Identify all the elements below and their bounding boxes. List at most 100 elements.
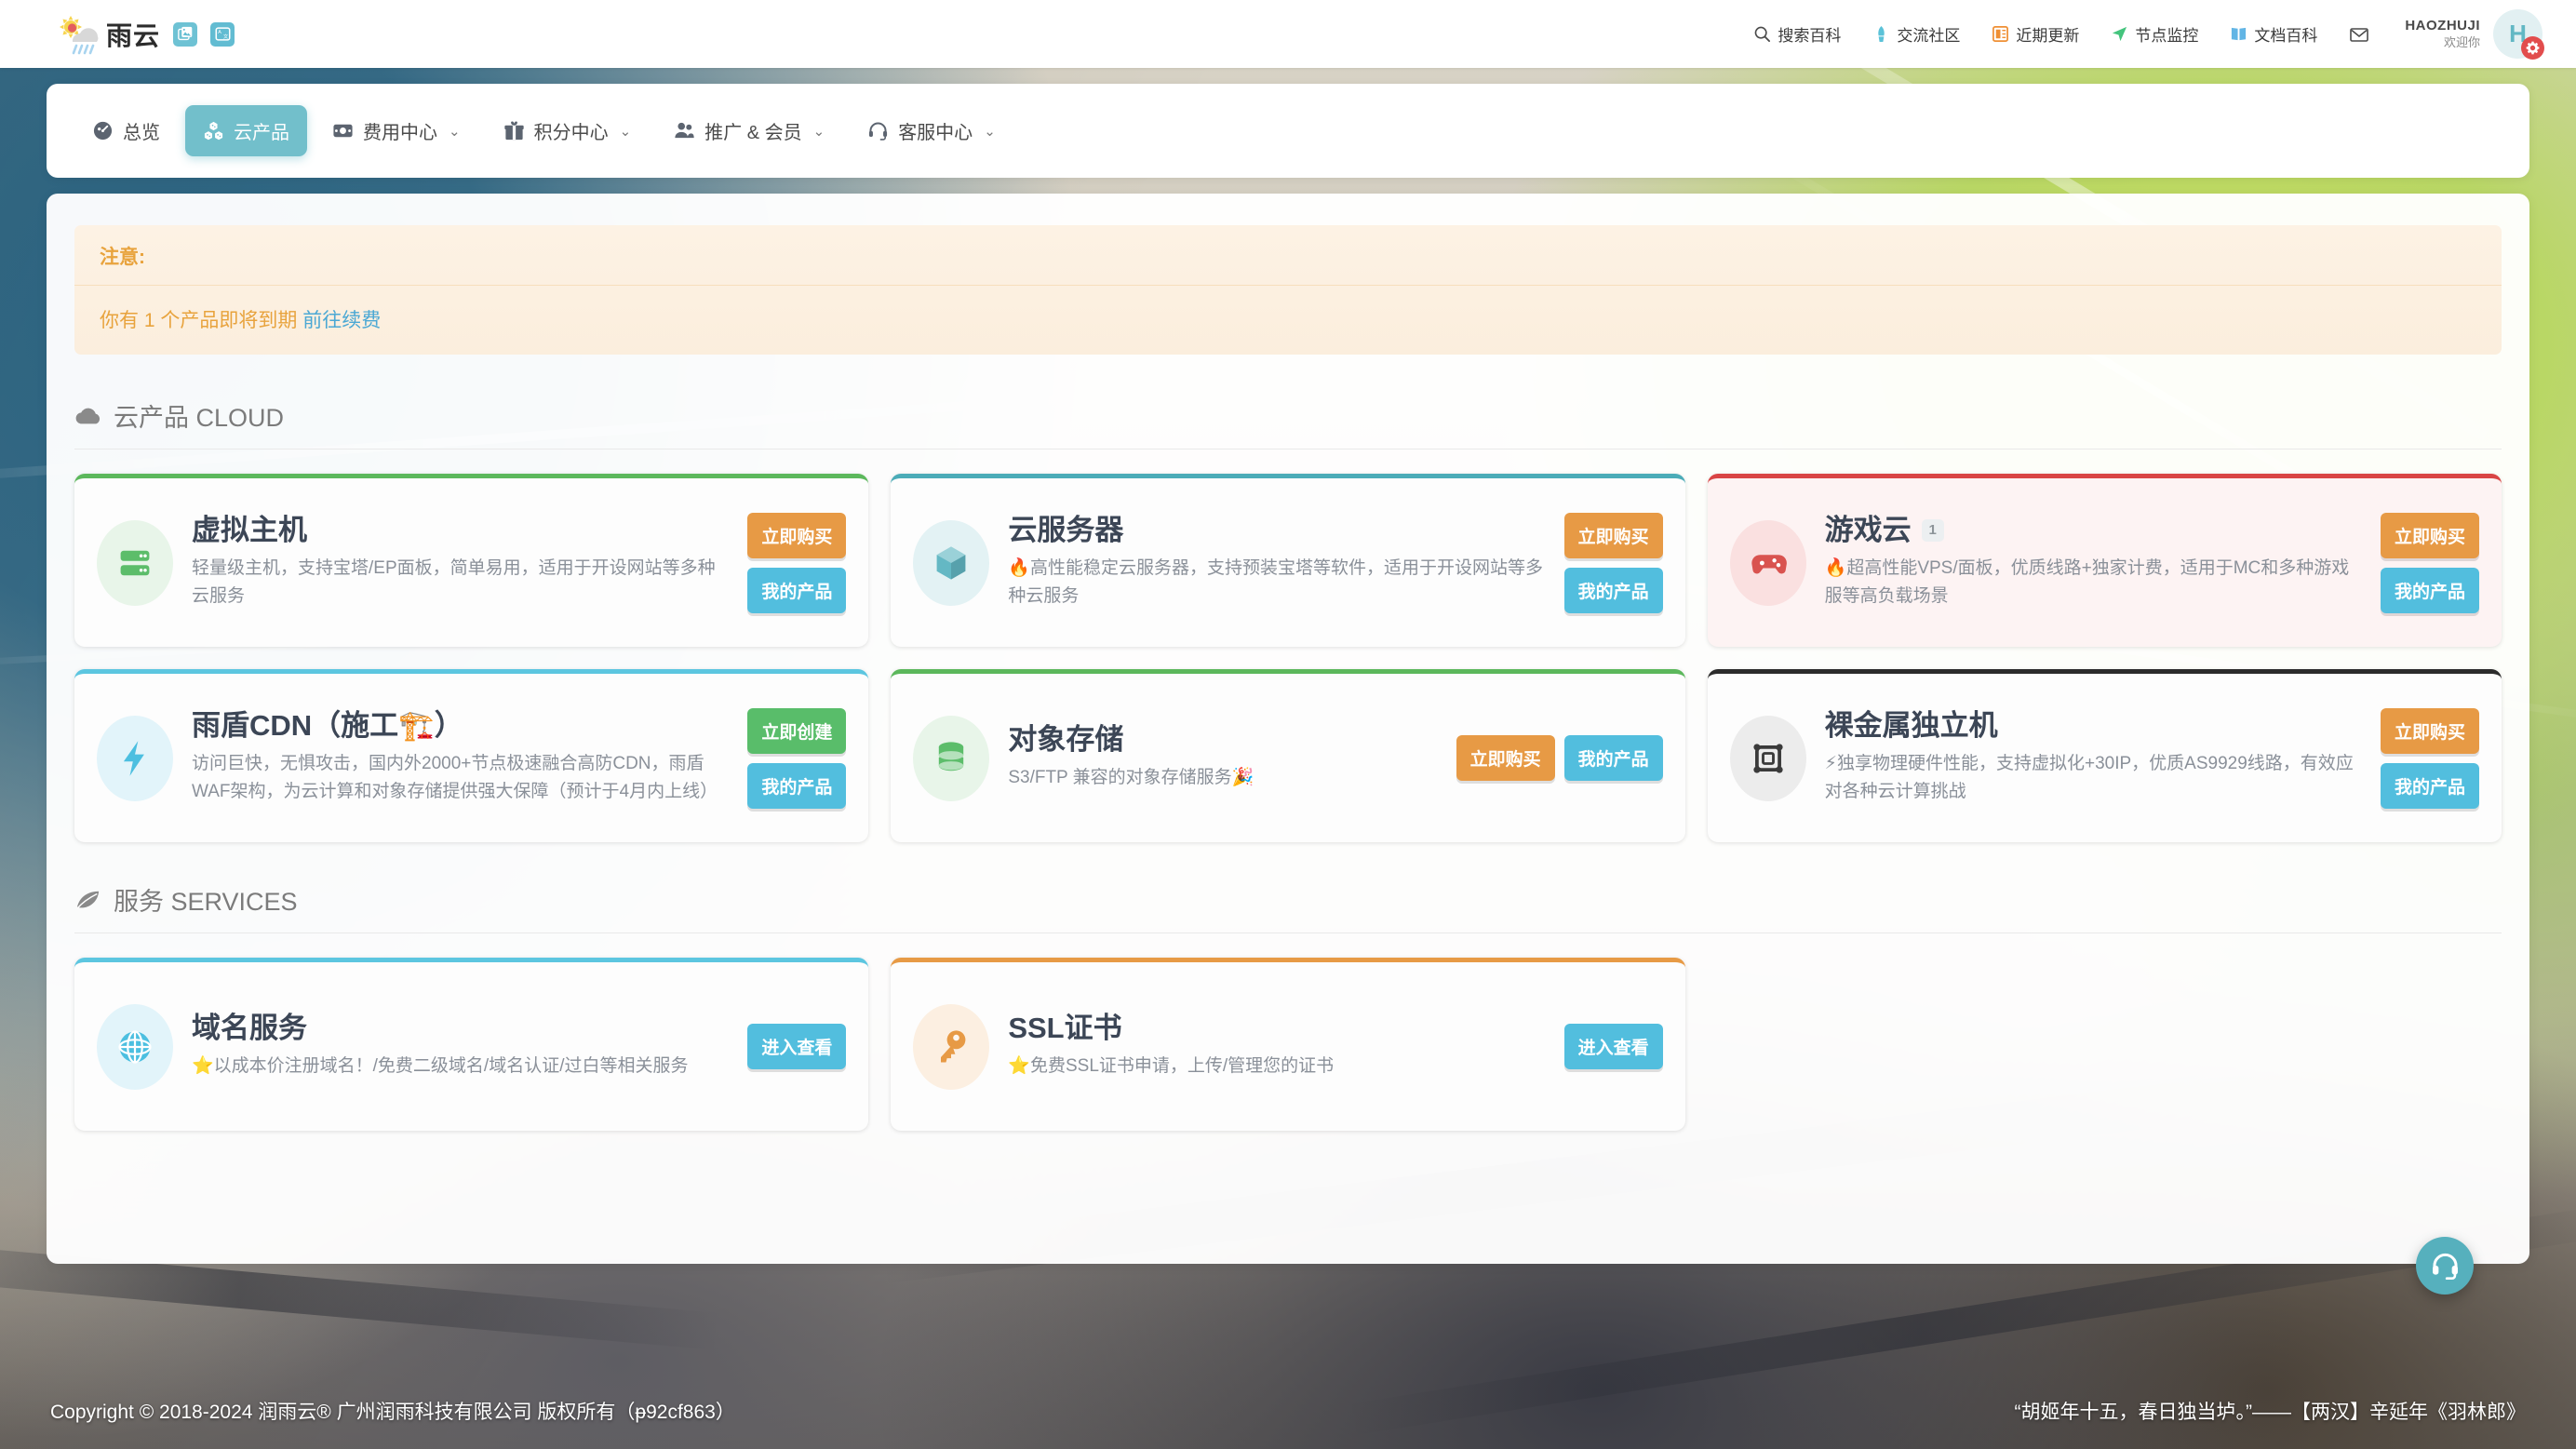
card-actions: 进入查看 bbox=[747, 1024, 847, 1069]
nav-item-label: 总览 bbox=[123, 123, 160, 143]
card-button-game-cloud-1[interactable]: 立即购买 bbox=[2380, 512, 2479, 558]
renew-link[interactable]: 前往续费 bbox=[302, 310, 381, 331]
avatar[interactable]: H bbox=[2493, 9, 2544, 60]
section-heading-label: 云产品 CLOUD bbox=[114, 404, 285, 432]
card-description: ⚡独享物理硬件性能，支持虚拟化+30IP，优质AS9929线路，有效应对各种云计… bbox=[1824, 753, 2354, 802]
nav-item-label: 云产品 bbox=[234, 123, 289, 143]
nav-item-overview[interactable]: 总览 bbox=[74, 105, 178, 156]
header-nav-item-docs[interactable]: 文档百科 bbox=[2214, 22, 2333, 46]
card-description: S3/FTP 兼容的对象存储服务🎉 bbox=[1008, 767, 1254, 787]
card-body: 游戏云 1 🔥超高性能VPS/面板，优质线路+独家计费，适用于MC和多种游戏服等高负… bbox=[1825, 514, 2362, 611]
content-panel: 注意: 你有 1 个产品即将到期 前往续费 云产品 CLOUD 虚拟主机轻量级主机… bbox=[47, 194, 2529, 1264]
nav-item-cloud-products[interactable]: 云产品 bbox=[185, 105, 307, 156]
sections-root: 云产品 CLOUD 虚拟主机轻量级主机，支持宝塔/EP面板，简单易用，适用于开设网… bbox=[74, 397, 2502, 1131]
card-button-domain-service-1[interactable]: 进入查看 bbox=[747, 1024, 847, 1069]
section-heading-label: 服务 SERVICES bbox=[114, 888, 298, 916]
user-info: HAOZHUJI 欢迎你 bbox=[2405, 18, 2480, 50]
globe-icon bbox=[97, 1003, 173, 1090]
header-nav-item-search[interactable]: 搜索百科 bbox=[1737, 22, 1857, 46]
card-button-yudun-cdn-2[interactable]: 我的产品 bbox=[747, 762, 847, 809]
notice-message: 你有 1 个产品即将到期 bbox=[100, 310, 298, 331]
card-button-cloud-server-2[interactable]: 我的产品 bbox=[1563, 567, 1663, 613]
footer-copyright: Copyright © 2018-2024 润雨云® 广州润雨科技有限公司 版权… bbox=[50, 1402, 735, 1423]
user-welcome: 欢迎你 bbox=[2443, 34, 2480, 49]
card-button-bare-metal-1[interactable]: 立即购买 bbox=[2380, 707, 2479, 754]
footer-quote: “胡姬年十五，春日独当垆。”——【两汉】辛延年《羽林郎》 bbox=[2014, 1402, 2526, 1423]
card-description: 🔥高性能稳定云服务器，支持预装宝塔等软件，适用于开设网站等多种云服务 bbox=[1008, 557, 1543, 607]
card-button-object-storage-2[interactable]: 我的产品 bbox=[1563, 735, 1663, 781]
card-actions: 立即购买 我的产品 bbox=[2380, 707, 2479, 809]
product-card-yudun-cdn[interactable]: 雨盾CDN（施工🏗️） 访问巨快，无惧攻击，国内外2000+节点极速融合高防CDN… bbox=[74, 669, 869, 842]
product-card-bare-metal[interactable]: 裸金属独立机 ⚡独享物理硬件性能，支持虚拟化+30IP，优质AS9929线路，有效… bbox=[1707, 669, 2502, 842]
section-heading: 云产品 CLOUD bbox=[74, 397, 2502, 449]
card-actions: 立即购买 我的产品 bbox=[1563, 512, 1663, 613]
card-button-bare-metal-2[interactable]: 我的产品 bbox=[2380, 762, 2479, 809]
svg-text:文: 文 bbox=[222, 33, 228, 40]
page-body: 总览 云产品 费用中心 ⌄ 积分中心 ⌄ 推广 & 会员 ⌄ 客服中心 ⌄ 注意… bbox=[0, 68, 2576, 1449]
header-nav-label: 节点监控 bbox=[2135, 27, 2199, 45]
cloud-icon bbox=[74, 404, 102, 428]
section-divider bbox=[74, 932, 2502, 933]
card-button-cloud-server-1[interactable]: 立即购买 bbox=[1563, 512, 1663, 558]
card-grid: 虚拟主机 轻量级主机，支持宝塔/EP面板，简单易用，适用于开设网站等多种云服务 立即… bbox=[74, 474, 2502, 842]
card-title-text: 对象存储 bbox=[1008, 723, 1124, 757]
chevron-down-icon: ⌄ bbox=[984, 123, 996, 140]
card-actions: 立即购买 我的产品 bbox=[747, 512, 847, 613]
header-nav-item-monitor[interactable]: 节点监控 bbox=[2095, 22, 2214, 46]
headset-icon bbox=[867, 120, 889, 141]
product-card-virtual-host[interactable]: 虚拟主机轻量级主机，支持宝塔/EP面板，简单易用，适用于开设网站等多种云服务 立即… bbox=[74, 474, 869, 647]
top-header: 雨云 A 文 搜索百科 交流社区 近期更新 节点监控 文档百科 HAOZHUJI… bbox=[0, 0, 2576, 68]
header-nav-item-mail[interactable] bbox=[2333, 25, 2382, 43]
card-actions: 进入查看 bbox=[1563, 1024, 1663, 1069]
brand[interactable]: 雨云 bbox=[58, 15, 161, 54]
update-icon bbox=[1992, 25, 2009, 43]
header-nav-item-updates[interactable]: 近期更新 bbox=[1976, 22, 2095, 46]
card-button-virtual-host-1[interactable]: 立即购买 bbox=[747, 512, 847, 558]
card-button-virtual-host-2[interactable]: 我的产品 bbox=[747, 567, 847, 613]
bolt-icon bbox=[97, 715, 173, 801]
product-card-object-storage[interactable]: 对象存储 S3/FTP 兼容的对象存储服务🎉 立即购买 我的产品 bbox=[891, 669, 1685, 842]
svg-text:A: A bbox=[218, 30, 221, 35]
product-card-ssl-certificate[interactable]: SSL证书 ⭐免费SSL证书申请，上传/管理您的证书 进入查看 bbox=[891, 958, 1685, 1131]
card-description: 🔥超高性能VPS/面板，优质线路+独家计费，适用于MC和多种游戏服等高负载场景 bbox=[1824, 557, 2350, 607]
card-button-yudun-cdn-1[interactable]: 立即创建 bbox=[747, 707, 847, 754]
card-title-text: 雨盾CDN（施工🏗️） bbox=[192, 708, 463, 742]
card-description: ⭐以成本价注册域名！/免费二级域名/域名认证/过白等相关服务 bbox=[192, 1055, 689, 1076]
card-title: 裸金属独立机 bbox=[1825, 709, 2362, 743]
nav-item-support[interactable]: 客服中心 ⌄ bbox=[850, 105, 1013, 156]
card-button-game-cloud-2[interactable]: 我的产品 bbox=[2380, 567, 2479, 613]
card-title: 虚拟主机 bbox=[192, 514, 729, 547]
notice-title: 注意: bbox=[74, 225, 2502, 286]
card-title: 游戏云 1 bbox=[1825, 514, 2362, 547]
header-nav-label: 搜索百科 bbox=[1778, 27, 1842, 45]
header-nav-item-community[interactable]: 交流社区 bbox=[1857, 22, 1976, 46]
product-card-game-cloud[interactable]: 游戏云 1 🔥超高性能VPS/面板，优质线路+独家计费，适用于MC和多种游戏服等高负… bbox=[1707, 474, 2502, 647]
nav-item-billing[interactable]: 费用中心 ⌄ bbox=[315, 105, 478, 156]
mail-icon bbox=[2349, 25, 2369, 43]
section-heading: 服务 SERVICES bbox=[74, 881, 2502, 932]
user-name: HAOZHUJI bbox=[2405, 18, 2480, 34]
card-title-text: SSL证书 bbox=[1008, 1012, 1122, 1045]
key-icon bbox=[913, 1003, 990, 1090]
header-nav-label: 交流社区 bbox=[1897, 27, 1961, 45]
nav-item-promotion-members[interactable]: 推广 & 会员 ⌄ bbox=[656, 105, 842, 156]
header-nav-label: 文档百科 bbox=[2254, 27, 2318, 45]
product-card-cloud-server[interactable]: 云服务器 🔥高性能稳定云服务器，支持预装宝塔等软件，适用于开设网站等多种云服务 立即… bbox=[891, 474, 1685, 647]
gear-icon[interactable] bbox=[2521, 36, 2544, 60]
support-fab-button[interactable] bbox=[2416, 1237, 2474, 1295]
header-nav-label: 近期更新 bbox=[2016, 27, 2080, 45]
brand-name: 雨云 bbox=[106, 20, 161, 51]
card-description: 轻量级主机，支持宝塔/EP面板，简单易用，适用于开设网站等多种云服务 bbox=[192, 557, 716, 607]
gallery-icon[interactable] bbox=[173, 21, 198, 47]
product-card-domain-service[interactable]: 域名服务 ⭐以成本价注册域名！/免费二级域名/域名认证/过白等相关服务 进入查看 bbox=[74, 958, 869, 1131]
card-title-text: 域名服务 bbox=[192, 1012, 307, 1045]
card-button-ssl-certificate-1[interactable]: 进入查看 bbox=[1563, 1024, 1663, 1069]
card-actions: 立即购买 我的产品 bbox=[2380, 512, 2479, 613]
leaf-icon bbox=[74, 888, 102, 912]
rain-cloud-logo-icon bbox=[58, 15, 99, 54]
user-menu[interactable]: HAOZHUJI 欢迎你 H bbox=[2399, 9, 2544, 60]
card-button-object-storage-1[interactable]: 立即购买 bbox=[1456, 735, 1555, 781]
nav-item-points[interactable]: 积分中心 ⌄ bbox=[486, 105, 650, 156]
translate-icon[interactable]: A 文 bbox=[210, 21, 235, 47]
card-actions: 立即创建 我的产品 bbox=[747, 707, 847, 809]
